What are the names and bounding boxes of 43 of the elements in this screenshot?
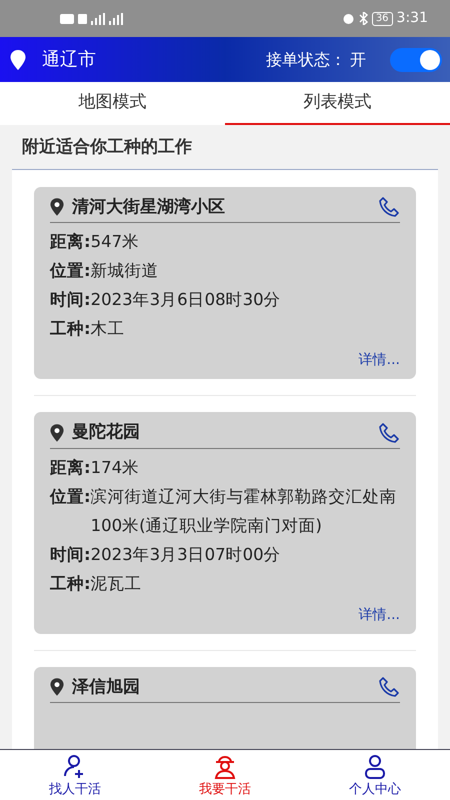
field-value: 2023年3月3日07时00分	[90, 544, 281, 566]
details-link[interactable]: 详情...	[358, 352, 400, 368]
field-value: 2023年3月6日08时30分	[90, 289, 281, 311]
field-value: 滨河街道辽河大街与霍林郭勒路交汇处南100米(通辽职业学院南门对面)	[90, 486, 398, 536]
phone-icon[interactable]	[378, 422, 400, 444]
alarm-icon	[342, 12, 355, 25]
field-label: 距离:	[50, 231, 91, 253]
field-value: 新城街道	[90, 260, 159, 282]
phone-icon[interactable]	[378, 676, 400, 698]
field-label: 工种:	[50, 318, 91, 340]
person-icon	[362, 754, 388, 780]
order-status-value: 开	[350, 48, 366, 70]
signal-icon	[109, 12, 123, 24]
order-status-label: 接单状态：	[266, 48, 346, 70]
details-link[interactable]: 详情...	[358, 606, 400, 622]
field-value: 木工	[90, 318, 125, 340]
sim-icon	[78, 12, 87, 24]
worker-helmet-icon	[212, 754, 238, 780]
location-pin-icon	[50, 424, 64, 442]
field-value: 174米	[90, 456, 140, 478]
field-label: 工种:	[50, 572, 91, 594]
field-label: 位置:	[50, 486, 91, 508]
phone-icon[interactable]	[378, 196, 400, 218]
job-title: 泽信旭园	[72, 676, 140, 698]
clock-time: 3:31	[396, 9, 428, 28]
order-toggle-switch[interactable]	[390, 48, 442, 72]
section-title: 附近适合你工种的工作	[21, 136, 193, 159]
field-value: 547米	[90, 231, 140, 253]
signal-icon	[91, 12, 105, 24]
field-label: 距离:	[50, 456, 91, 478]
location-pin-icon	[50, 198, 64, 216]
job-title: 曼陀花园	[72, 421, 140, 444]
job-title: 清河大街星湖湾小区	[72, 196, 225, 218]
location-pin-icon	[50, 678, 64, 696]
battery-level: 36	[372, 12, 393, 26]
hd-icon	[60, 12, 74, 24]
field-label: 位置:	[50, 260, 91, 282]
field-label: 时间:	[50, 289, 91, 311]
field-value: 泥瓦工	[90, 572, 142, 594]
location-pin-icon	[10, 50, 26, 70]
field-label: 时间:	[50, 544, 91, 566]
city-name[interactable]: 通辽市	[42, 46, 96, 73]
bluetooth-icon	[358, 12, 368, 25]
